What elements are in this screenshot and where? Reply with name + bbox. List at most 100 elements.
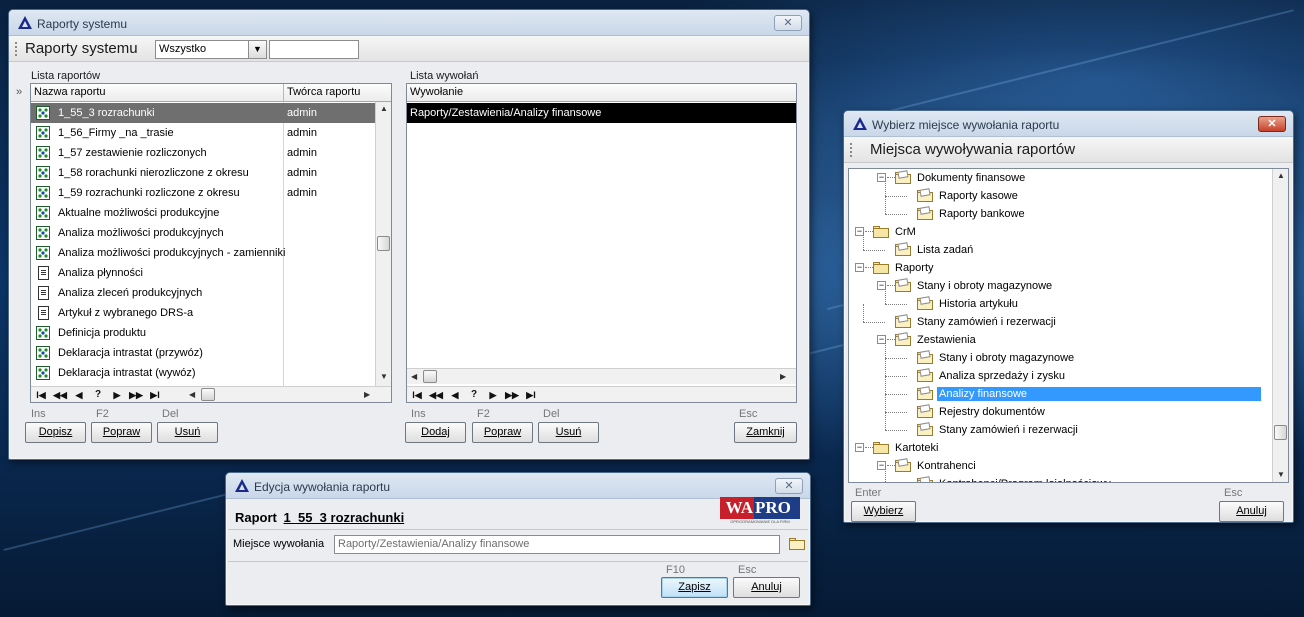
report-row[interactable]: 1_55_3 rozrachunki admin — [31, 103, 375, 123]
scroll-right-icon[interactable]: ▶ — [780, 372, 786, 381]
folder-open-icon[interactable] — [789, 538, 805, 550]
report-name: 1_57 zestawienie rozliczonych — [58, 147, 207, 159]
select-button[interactable]: Wybierz — [851, 501, 916, 522]
filter-select[interactable]: Wszystko ▼ — [155, 40, 267, 59]
tree-node[interactable]: Rejestry dokumentów — [937, 405, 1047, 419]
close-icon[interactable]: ✕ — [774, 15, 802, 31]
report-row[interactable]: 1_57 zestawienie rozliczonych admin — [31, 143, 375, 163]
chevron-down-icon[interactable]: ▼ — [248, 41, 266, 58]
report-row[interactable]: Analiza możliwości produkcyjnych — [31, 223, 375, 243]
prev-page-icon[interactable]: ◀◀ — [428, 388, 444, 402]
report-row[interactable]: Artykuł z wybranego DRS-a — [31, 303, 375, 323]
tree-node[interactable]: Stany zamówień i rezerwacji — [937, 423, 1080, 437]
edit-report-button[interactable]: Popraw — [91, 422, 152, 443]
close-icon[interactable]: ✕ — [1258, 116, 1286, 132]
call-row[interactable]: Raporty/Zestawienia/Analizy finansowe — [407, 103, 796, 123]
hscrollbar-thumb[interactable] — [201, 388, 215, 401]
reports-grid[interactable]: Nazwa raportu Twórca raportu 1_55_3 rozr… — [30, 83, 392, 403]
tree-node[interactable]: Stany i obroty magazynowe — [915, 279, 1054, 293]
tree-node[interactable]: Kartoteki — [893, 441, 940, 455]
last-record-icon[interactable]: ▶I — [147, 388, 163, 402]
scroll-down-icon[interactable]: ▼ — [380, 372, 388, 381]
tree-node[interactable]: Stany zamówień i rezerwacji — [915, 315, 1058, 329]
report-row[interactable]: Aktualne możliwości produkcyjne — [31, 203, 375, 223]
scroll-left-icon[interactable]: ◀ — [411, 372, 417, 381]
scroll-left-icon[interactable]: ◀ — [189, 390, 195, 399]
last-record-icon[interactable]: ▶I — [523, 388, 539, 402]
report-author: admin — [287, 107, 317, 119]
calls-grid[interactable]: Wywołanie Raporty/Zestawienia/Analizy fi… — [406, 83, 797, 403]
edit-dialog-titlebar[interactable]: Edycja wywołania raportu ✕ — [226, 473, 810, 499]
next-record-icon[interactable]: ▶ — [485, 388, 501, 402]
scroll-right-icon[interactable]: ▶ — [364, 390, 370, 399]
tree-vscrollbar[interactable]: ▲ ▼ — [1272, 169, 1288, 482]
collapse-toggle-icon[interactable]: − — [855, 443, 864, 452]
tree-node[interactable]: Kontrahenci — [915, 459, 978, 473]
close-icon[interactable]: ✕ — [775, 478, 803, 494]
report-row[interactable]: Deklaracja intrastat (wywóz) — [31, 363, 375, 383]
next-page-icon[interactable]: ▶▶ — [504, 388, 520, 402]
places-tree[interactable]: − Dokumenty finansowe Raporty kasowe Raport… — [848, 168, 1289, 483]
report-row[interactable]: 1_58 rorachunki nierozliczone z okresu ad… — [31, 163, 375, 183]
edit-call-button[interactable]: Popraw — [472, 422, 533, 443]
prev-record-icon[interactable]: ◀ — [447, 388, 463, 402]
collapse-icon[interactable]: » — [16, 86, 22, 98]
search-input[interactable] — [269, 40, 359, 59]
column-header-call[interactable]: Wywołanie — [410, 86, 463, 98]
help-icon[interactable]: ? — [90, 388, 106, 402]
tree-node[interactable]: Historia artykułu — [937, 297, 1020, 311]
tree-node[interactable]: Kontrahenci/Program lojalnościowy — [937, 477, 1113, 482]
select-toolbar: Miejsca wywoływania raportów — [844, 137, 1293, 163]
tree-node[interactable]: Lista zadań — [915, 243, 975, 257]
select-dialog-titlebar[interactable]: Wybierz miejsce wywołania raportu ✕ — [844, 111, 1293, 137]
report-row[interactable]: Analiza możliwości produkcyjnych - zamie… — [31, 243, 375, 263]
hscrollbar-thumb[interactable] — [423, 370, 437, 383]
reports-vscrollbar[interactable]: ▲ ▼ — [375, 102, 391, 386]
scroll-up-icon[interactable]: ▲ — [1277, 171, 1285, 180]
add-report-button[interactable]: Dopisz — [25, 422, 86, 443]
report-row[interactable]: Analiza płynności — [31, 263, 375, 283]
save-button[interactable]: Zapisz — [661, 577, 728, 598]
scrollbar-thumb[interactable] — [377, 236, 390, 251]
place-input[interactable]: Raporty/Zestawienia/Analizy finansowe — [334, 535, 780, 554]
tree-node[interactable]: Dokumenty finansowe — [915, 171, 1027, 185]
tree-node[interactable]: CrM — [893, 225, 918, 239]
report-row[interactable]: Analiza zleceń produkcyjnych — [31, 283, 375, 303]
scroll-down-icon[interactable]: ▼ — [1277, 470, 1285, 479]
close-button[interactable]: Zamknij — [734, 422, 797, 443]
column-header-name[interactable]: Nazwa raportu — [34, 86, 106, 98]
help-icon[interactable]: ? — [466, 388, 482, 402]
report-row[interactable]: Deklaracja intrastat (przywóz) — [31, 343, 375, 363]
report-row[interactable]: 1_59 rozrachunki rozliczone z okresu admi… — [31, 183, 375, 203]
report-name: Definicja produktu — [58, 327, 147, 339]
cancel-button[interactable]: Anuluj — [733, 577, 800, 598]
cancel-button[interactable]: Anuluj — [1219, 501, 1284, 522]
first-record-icon[interactable]: I◀ — [33, 388, 49, 402]
scrollbar-thumb[interactable] — [1274, 425, 1287, 440]
report-row[interactable]: 1_56_Firmy _na _trasie admin — [31, 123, 375, 143]
next-record-icon[interactable]: ▶ — [109, 388, 125, 402]
calls-hscrollbar[interactable]: ◀ ▶ — [407, 368, 796, 384]
tree-node[interactable]: Raporty — [893, 261, 936, 275]
tree-node[interactable]: Raporty bankowe — [937, 207, 1027, 221]
delete-report-button[interactable]: Usuń — [157, 422, 218, 443]
collapse-toggle-icon[interactable]: − — [855, 263, 864, 272]
prev-record-icon[interactable]: ◀ — [71, 388, 87, 402]
tree-node[interactable]: Analiza sprzedaży i zysku — [937, 369, 1067, 383]
next-page-icon[interactable]: ▶▶ — [128, 388, 144, 402]
first-record-icon[interactable]: I◀ — [409, 388, 425, 402]
logo-subtitle: OPROGRAMOWANIE DLA FIRM — [730, 519, 790, 524]
calls-navigator: I◀ ◀◀ ◀? ▶ ▶▶ ▶I — [407, 386, 796, 402]
column-header-author[interactable]: Twórca raportu — [287, 86, 360, 98]
prev-page-icon[interactable]: ◀◀ — [52, 388, 68, 402]
report-row[interactable]: Definicja produktu — [31, 323, 375, 343]
delete-call-button[interactable]: Usuń — [538, 422, 599, 443]
tree-node[interactable]: Raporty kasowe — [937, 189, 1020, 203]
reports-window-titlebar[interactable]: Raporty systemu ✕ — [9, 10, 809, 36]
key-hint-enter: Enter — [855, 487, 882, 499]
tree-node[interactable]: Zestawienia — [915, 333, 978, 347]
tree-node[interactable]: Analizy finansowe — [937, 387, 1261, 401]
add-call-button[interactable]: Dodaj — [405, 422, 466, 443]
tree-node[interactable]: Stany i obroty magazynowe — [937, 351, 1076, 365]
scroll-up-icon[interactable]: ▲ — [380, 104, 388, 113]
